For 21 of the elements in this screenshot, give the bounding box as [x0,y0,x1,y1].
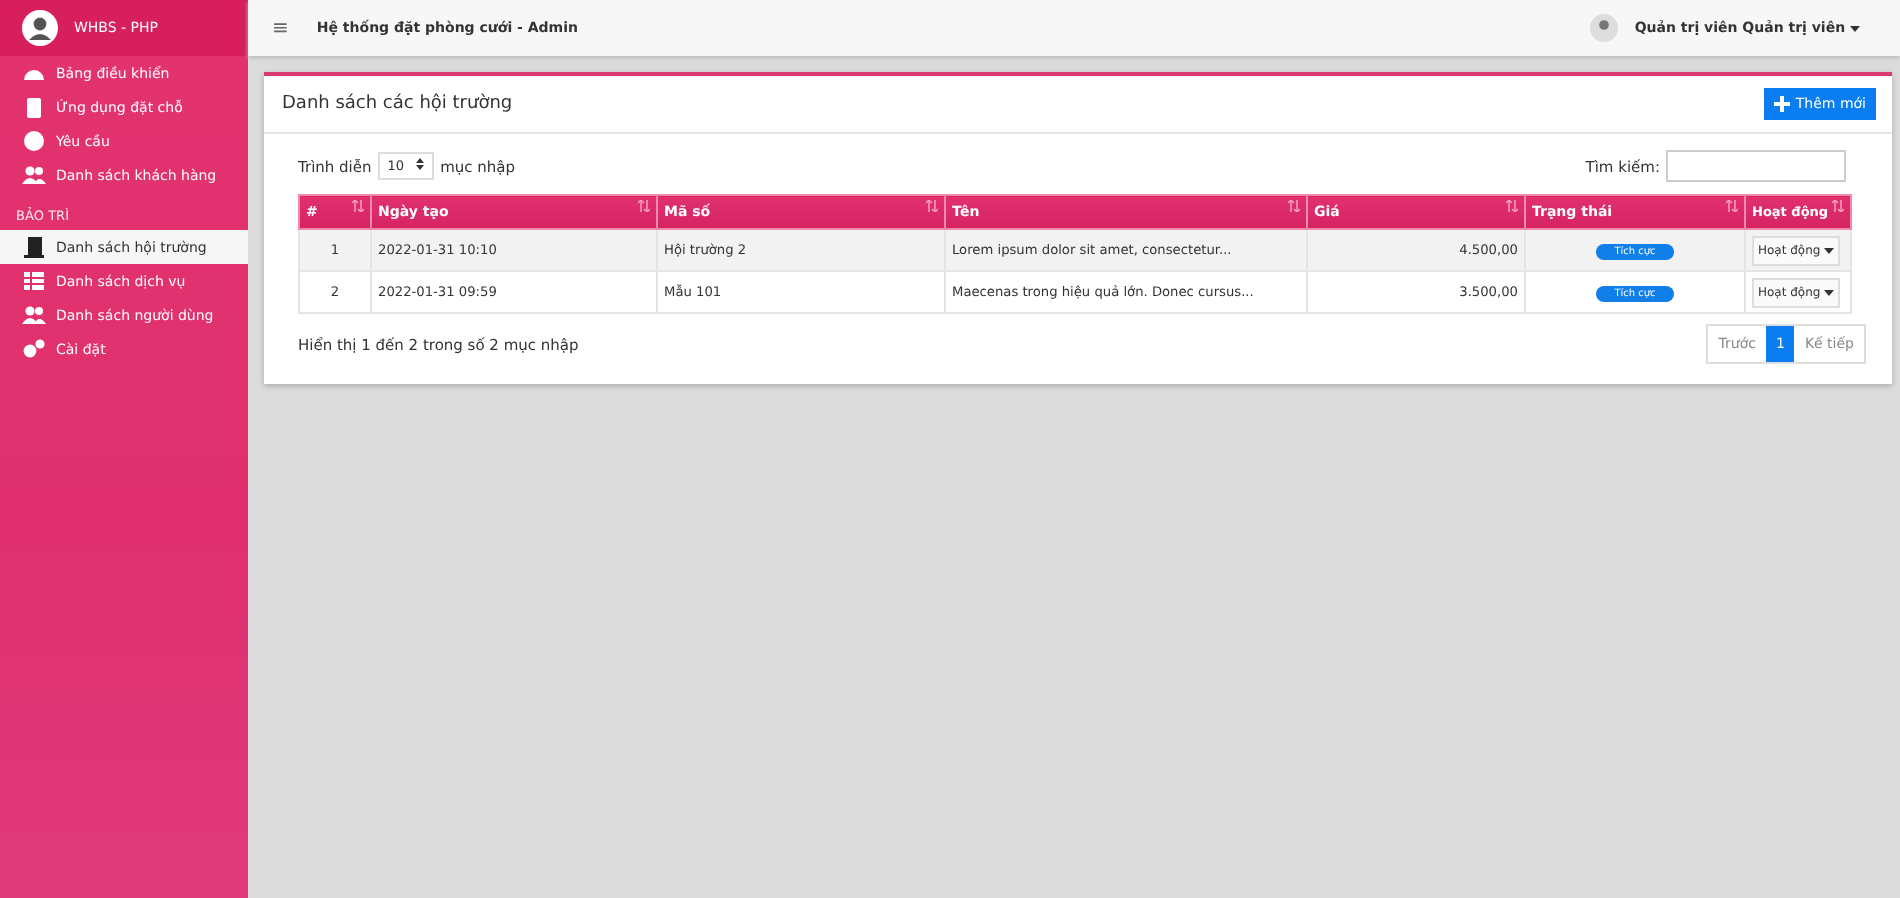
sort-icon [926,200,938,212]
plus-icon [1773,96,1790,112]
caret-icon [1850,26,1860,32]
door-icon [22,236,46,258]
avatar-icon [1590,14,1619,42]
users-icon [22,304,46,326]
caret-icon [1824,247,1835,253]
users-icon [22,164,46,186]
sort-icon [1726,200,1738,212]
search-field[interactable] [1666,150,1846,182]
updown-icon [416,158,425,170]
avatar-icon [22,10,58,46]
sort-icon [1832,200,1844,212]
sort-icon [638,200,650,212]
sort-icon [352,200,364,212]
sort-icon [1288,200,1300,212]
sort-icon [1506,200,1518,212]
card-title: Danh sách các hội trường [282,94,513,114]
caret-icon [1824,289,1835,295]
menu-button[interactable]: ≡ [272,17,289,39]
table-icon [22,270,46,292]
